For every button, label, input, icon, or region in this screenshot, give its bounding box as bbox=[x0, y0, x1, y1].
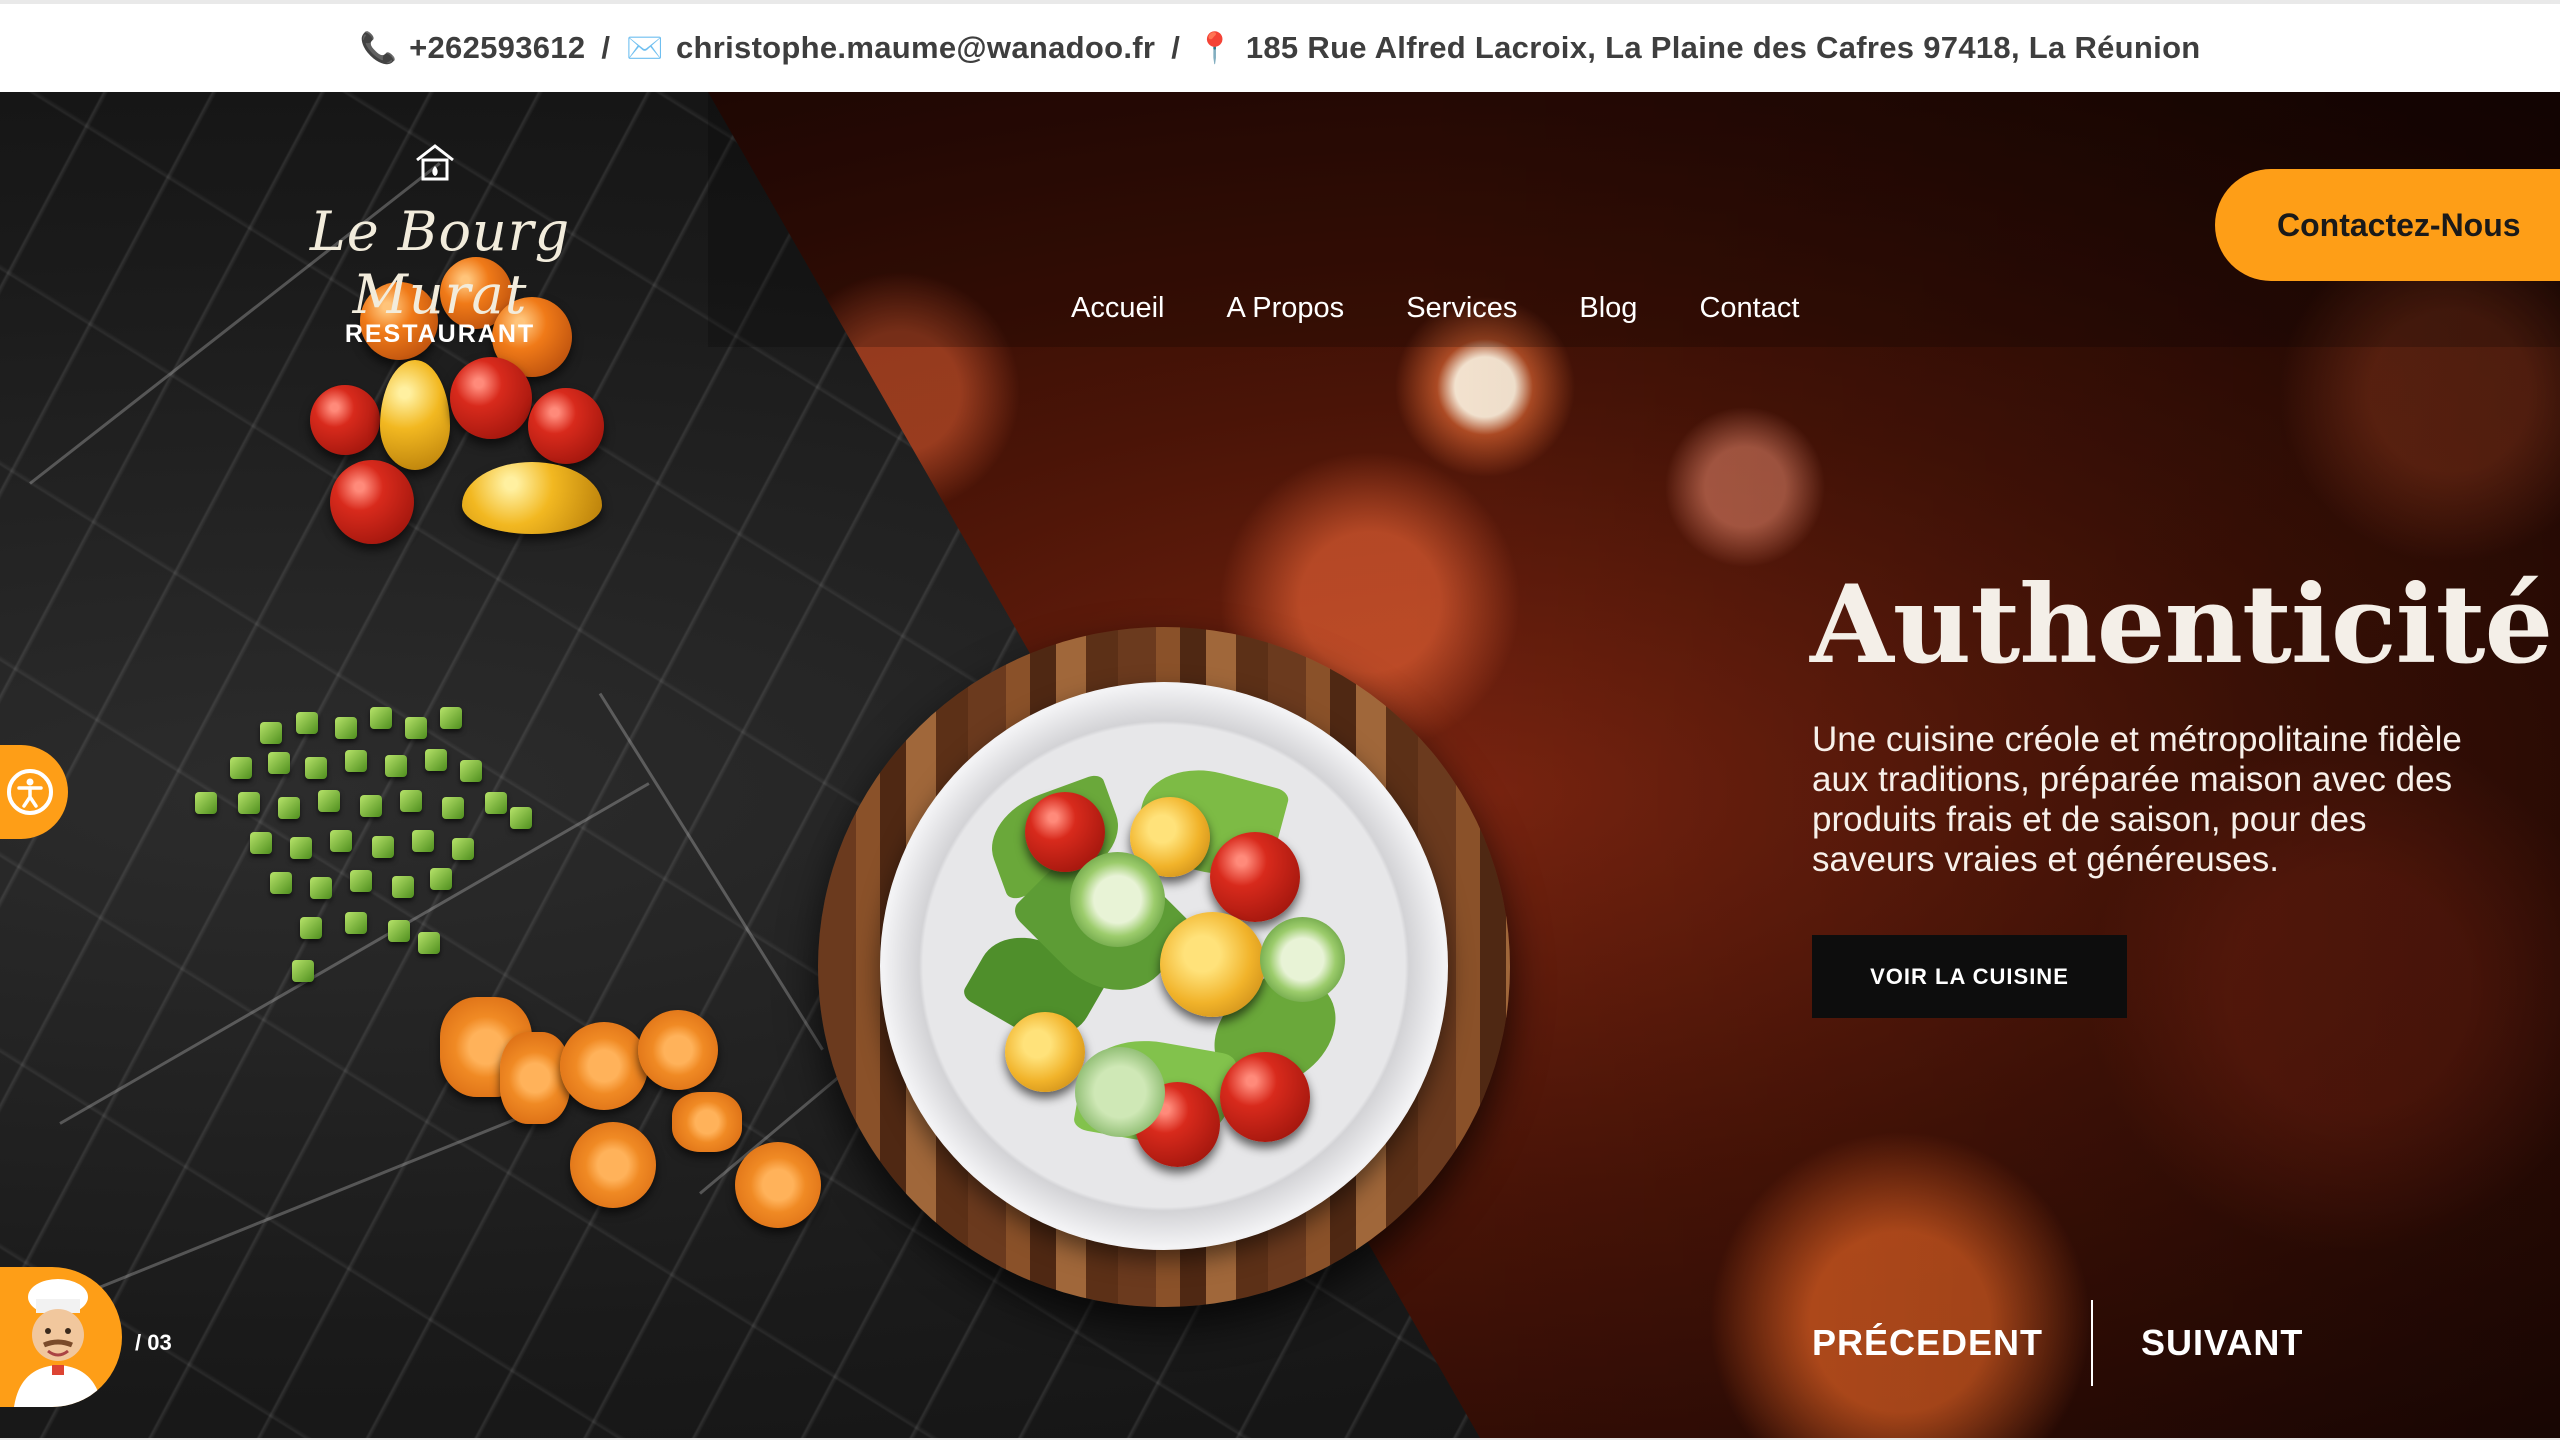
previous-slide-button[interactable]: PRÉCEDENT bbox=[1812, 1322, 2043, 1364]
logo-name: Le Bourg Murat bbox=[309, 200, 571, 326]
logo-subtitle: RESTAURANT bbox=[344, 320, 536, 348]
nav-item-services[interactable]: Services bbox=[1375, 292, 1548, 325]
separator: / bbox=[1171, 30, 1181, 65]
map-pin-icon: 📍 bbox=[1196, 31, 1234, 65]
separator: / bbox=[601, 30, 611, 65]
logo[interactable]: Le Bourg Murat RESTAURANT bbox=[270, 142, 610, 352]
address-text: 185 Rue Alfred Lacroix, La Plaine des Ca… bbox=[1245, 30, 2201, 65]
slide-counter: / 03 bbox=[135, 1330, 172, 1355]
contact-bar: 📞 +262593612 / ✉️ christophe.maume@wanad… bbox=[0, 0, 2560, 92]
phone-number[interactable]: +262593612 bbox=[409, 30, 585, 66]
phone-icon: 📞 bbox=[359, 31, 398, 65]
house-icon bbox=[416, 144, 454, 181]
email-link[interactable]: christophe.maume@wanadoo.fr bbox=[676, 30, 1155, 66]
view-cuisine-button[interactable]: VOIR LA CUISINE bbox=[1812, 935, 2127, 1018]
hero-section: Le Bourg Murat RESTAURANT Accueil A Prop… bbox=[0, 92, 2560, 1438]
nav-item-contact[interactable]: Contact bbox=[1668, 292, 1830, 325]
nav-item-a-propos[interactable]: A Propos bbox=[1196, 292, 1376, 325]
nav-item-blog[interactable]: Blog bbox=[1548, 292, 1668, 325]
contact-us-button[interactable]: Contactez-Nous bbox=[2215, 169, 2560, 281]
hero-title: Authenticité bbox=[1810, 562, 2553, 688]
next-slide-button[interactable]: SUIVANT bbox=[2141, 1322, 2303, 1364]
hero-description: Une cuisine créole et métropolitaine fid… bbox=[1812, 720, 2462, 879]
salad-plate bbox=[880, 682, 1448, 1250]
slider-divider bbox=[2091, 1300, 2094, 1386]
envelope-icon: ✉️ bbox=[626, 31, 664, 65]
accessibility-icon bbox=[7, 769, 53, 815]
nav-item-accueil[interactable]: Accueil bbox=[1040, 292, 1196, 325]
slider-navigation: PRÉCEDENT SUIVANT bbox=[1812, 1300, 2303, 1386]
main-nav: Accueil A Propos Services Blog Contact bbox=[1040, 292, 1830, 325]
